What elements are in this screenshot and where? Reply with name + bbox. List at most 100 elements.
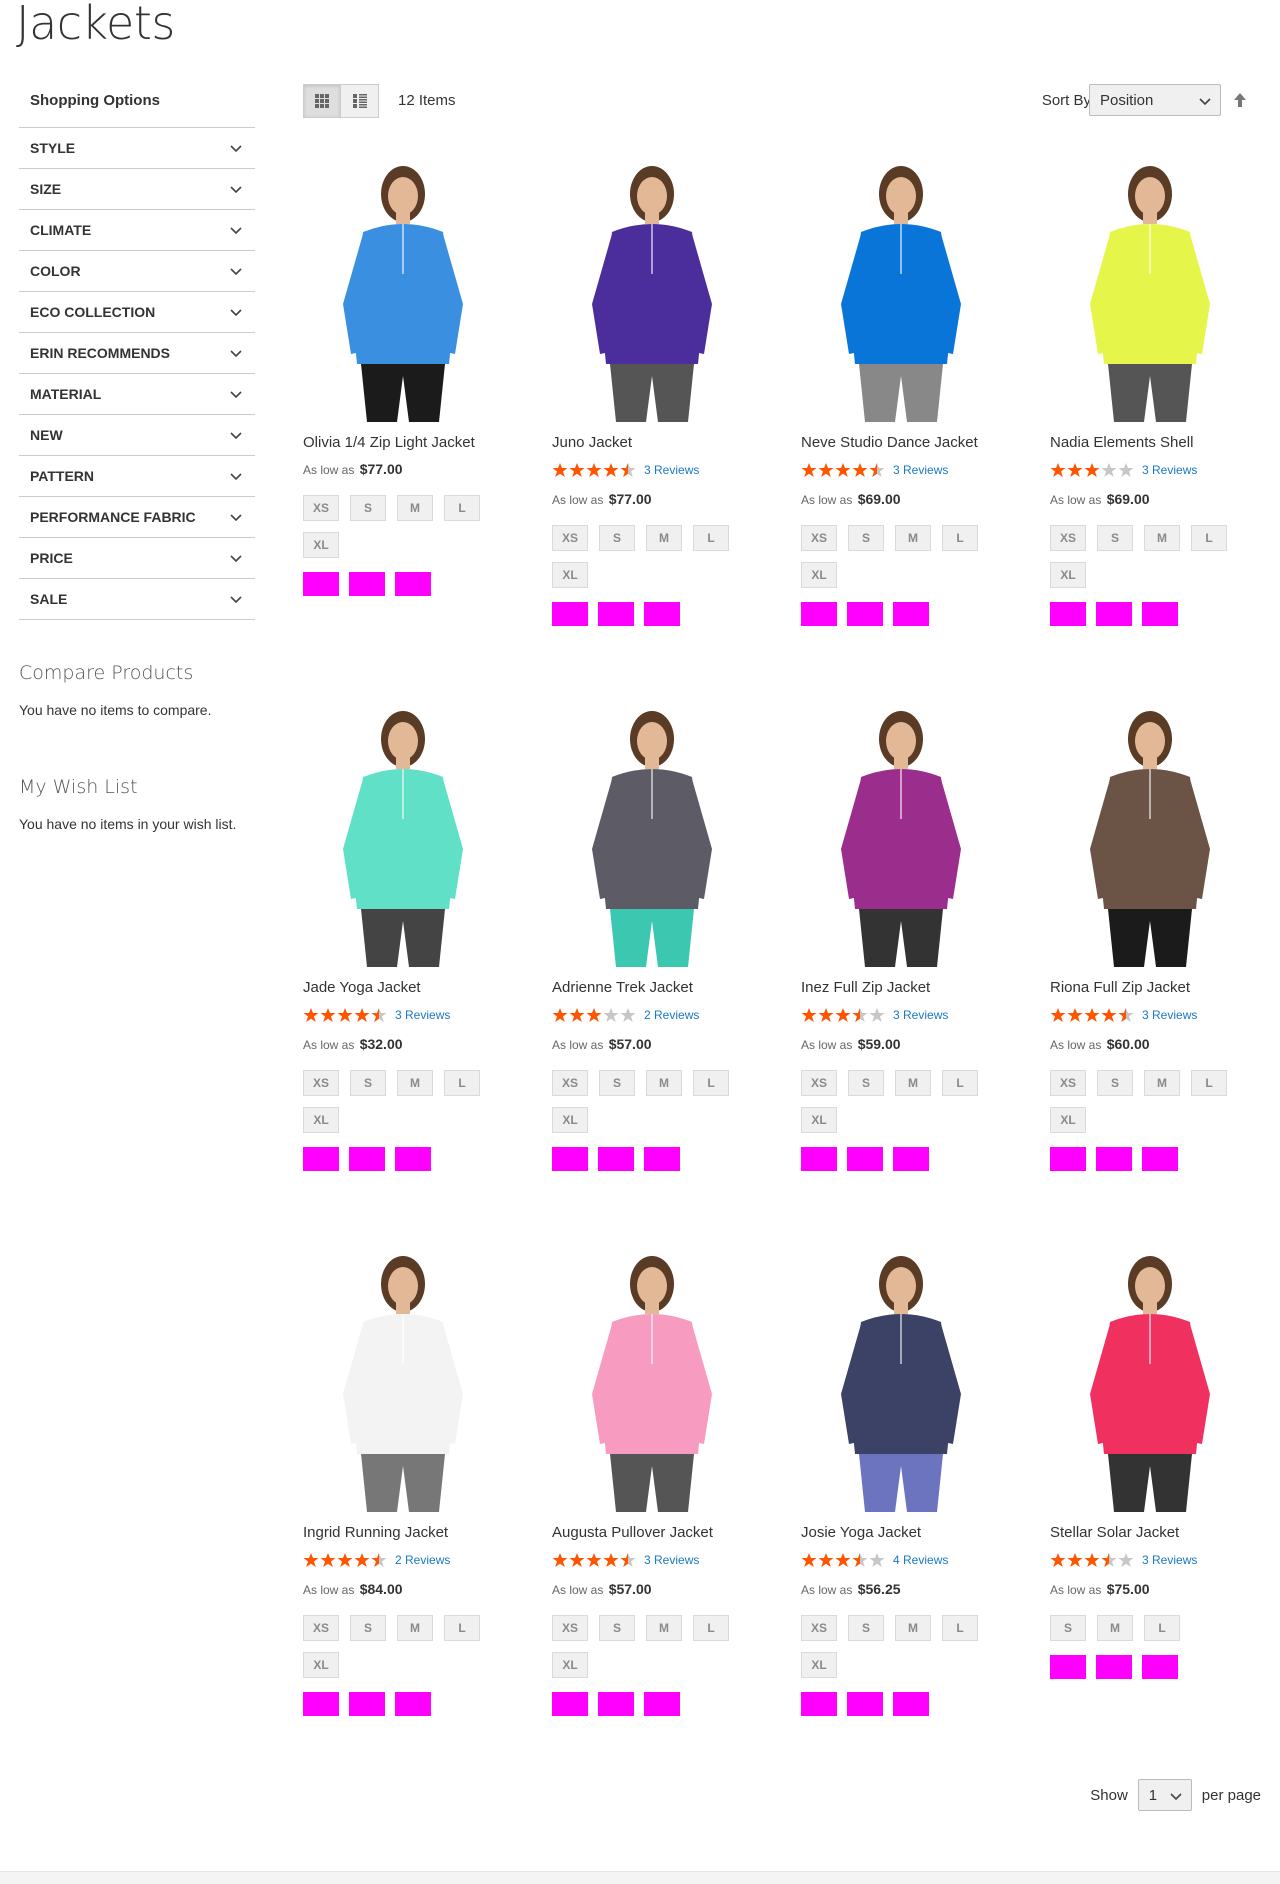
- product-image[interactable]: [1050, 699, 1250, 967]
- size-option[interactable]: M: [895, 1615, 931, 1641]
- product-name-link[interactable]: Olivia 1/4 Zip Light Jacket: [303, 434, 523, 451]
- product-image[interactable]: [552, 1244, 752, 1512]
- size-option[interactable]: S: [1097, 1070, 1133, 1096]
- list-view-button[interactable]: [341, 84, 379, 118]
- product-image[interactable]: [801, 154, 1001, 422]
- size-option[interactable]: XL: [801, 562, 837, 588]
- color-swatch[interactable]: [349, 572, 385, 596]
- size-option[interactable]: S: [599, 1070, 635, 1096]
- product-name-link[interactable]: Adrienne Trek Jacket: [552, 979, 772, 996]
- size-option[interactable]: XS: [801, 525, 837, 551]
- color-swatch[interactable]: [395, 572, 431, 596]
- product-image[interactable]: [303, 154, 503, 422]
- product-name-link[interactable]: Riona Full Zip Jacket: [1050, 979, 1270, 996]
- size-option[interactable]: L: [1191, 1070, 1227, 1096]
- color-swatch[interactable]: [1096, 602, 1132, 626]
- size-option[interactable]: XL: [303, 1107, 339, 1133]
- size-option[interactable]: M: [646, 1070, 682, 1096]
- color-swatch[interactable]: [598, 1692, 634, 1716]
- grid-view-button[interactable]: [303, 84, 341, 118]
- size-option[interactable]: S: [599, 525, 635, 551]
- color-swatch[interactable]: [1096, 1147, 1132, 1171]
- filter-sale[interactable]: SALE: [19, 579, 255, 620]
- color-swatch[interactable]: [847, 1147, 883, 1171]
- sort-by-select[interactable]: Position: [1089, 84, 1221, 116]
- size-option[interactable]: M: [1097, 1615, 1133, 1641]
- size-option[interactable]: M: [397, 1615, 433, 1641]
- size-option[interactable]: XS: [303, 495, 339, 521]
- size-option[interactable]: XL: [303, 1652, 339, 1678]
- size-option[interactable]: XL: [552, 562, 588, 588]
- size-option[interactable]: S: [350, 495, 386, 521]
- color-swatch[interactable]: [552, 602, 588, 626]
- filter-pattern[interactable]: PATTERN: [19, 456, 255, 497]
- size-option[interactable]: XL: [552, 1107, 588, 1133]
- color-swatch[interactable]: [1096, 1655, 1132, 1679]
- color-swatch[interactable]: [349, 1692, 385, 1716]
- size-option[interactable]: XL: [1050, 1107, 1086, 1133]
- size-option[interactable]: M: [1144, 1070, 1180, 1096]
- reviews-link[interactable]: 3 Reviews: [1142, 1008, 1197, 1022]
- size-option[interactable]: M: [895, 525, 931, 551]
- reviews-link[interactable]: 3 Reviews: [893, 463, 948, 477]
- color-swatch[interactable]: [893, 602, 929, 626]
- size-option[interactable]: L: [1191, 525, 1227, 551]
- color-swatch[interactable]: [1142, 1655, 1178, 1679]
- reviews-link[interactable]: 3 Reviews: [1142, 1553, 1197, 1567]
- size-option[interactable]: L: [693, 1070, 729, 1096]
- color-swatch[interactable]: [644, 1147, 680, 1171]
- size-option[interactable]: M: [646, 525, 682, 551]
- size-option[interactable]: L: [942, 525, 978, 551]
- filter-size[interactable]: SIZE: [19, 169, 255, 210]
- reviews-link[interactable]: 3 Reviews: [644, 463, 699, 477]
- size-option[interactable]: XS: [801, 1615, 837, 1641]
- product-image[interactable]: [801, 699, 1001, 967]
- color-swatch[interactable]: [1142, 1147, 1178, 1171]
- size-option[interactable]: L: [444, 1070, 480, 1096]
- product-image[interactable]: [1050, 1244, 1250, 1512]
- color-swatch[interactable]: [644, 602, 680, 626]
- color-swatch[interactable]: [893, 1692, 929, 1716]
- color-swatch[interactable]: [598, 1147, 634, 1171]
- product-name-link[interactable]: Inez Full Zip Jacket: [801, 979, 1021, 996]
- size-option[interactable]: XL: [552, 1652, 588, 1678]
- reviews-link[interactable]: 3 Reviews: [893, 1008, 948, 1022]
- size-option[interactable]: S: [848, 525, 884, 551]
- size-option[interactable]: S: [599, 1615, 635, 1641]
- filter-climate[interactable]: CLIMATE: [19, 210, 255, 251]
- color-swatch[interactable]: [644, 1692, 680, 1716]
- color-swatch[interactable]: [598, 602, 634, 626]
- size-option[interactable]: XS: [552, 1615, 588, 1641]
- size-option[interactable]: L: [693, 525, 729, 551]
- size-option[interactable]: XS: [303, 1070, 339, 1096]
- color-swatch[interactable]: [1050, 602, 1086, 626]
- filter-color[interactable]: COLOR: [19, 251, 255, 292]
- size-option[interactable]: M: [1144, 525, 1180, 551]
- product-image[interactable]: [303, 1244, 503, 1512]
- size-option[interactable]: S: [350, 1070, 386, 1096]
- color-swatch[interactable]: [847, 602, 883, 626]
- color-swatch[interactable]: [552, 1692, 588, 1716]
- color-swatch[interactable]: [1142, 602, 1178, 626]
- filter-erin-recommends[interactable]: ERIN RECOMMENDS: [19, 333, 255, 374]
- product-name-link[interactable]: Jade Yoga Jacket: [303, 979, 523, 996]
- size-option[interactable]: XS: [552, 525, 588, 551]
- size-option[interactable]: L: [444, 1615, 480, 1641]
- product-name-link[interactable]: Juno Jacket: [552, 434, 772, 451]
- product-image[interactable]: [552, 154, 752, 422]
- color-swatch[interactable]: [801, 602, 837, 626]
- size-option[interactable]: L: [444, 495, 480, 521]
- color-swatch[interactable]: [801, 1147, 837, 1171]
- color-swatch[interactable]: [395, 1147, 431, 1171]
- size-option[interactable]: XS: [1050, 1070, 1086, 1096]
- color-swatch[interactable]: [801, 1692, 837, 1716]
- size-option[interactable]: M: [397, 1070, 433, 1096]
- size-option[interactable]: XL: [303, 532, 339, 558]
- product-image[interactable]: [552, 699, 752, 967]
- color-swatch[interactable]: [395, 1692, 431, 1716]
- color-swatch[interactable]: [1050, 1655, 1086, 1679]
- reviews-link[interactable]: 4 Reviews: [893, 1553, 948, 1567]
- reviews-link[interactable]: 3 Reviews: [395, 1008, 450, 1022]
- size-option[interactable]: S: [848, 1615, 884, 1641]
- product-image[interactable]: [1050, 154, 1250, 422]
